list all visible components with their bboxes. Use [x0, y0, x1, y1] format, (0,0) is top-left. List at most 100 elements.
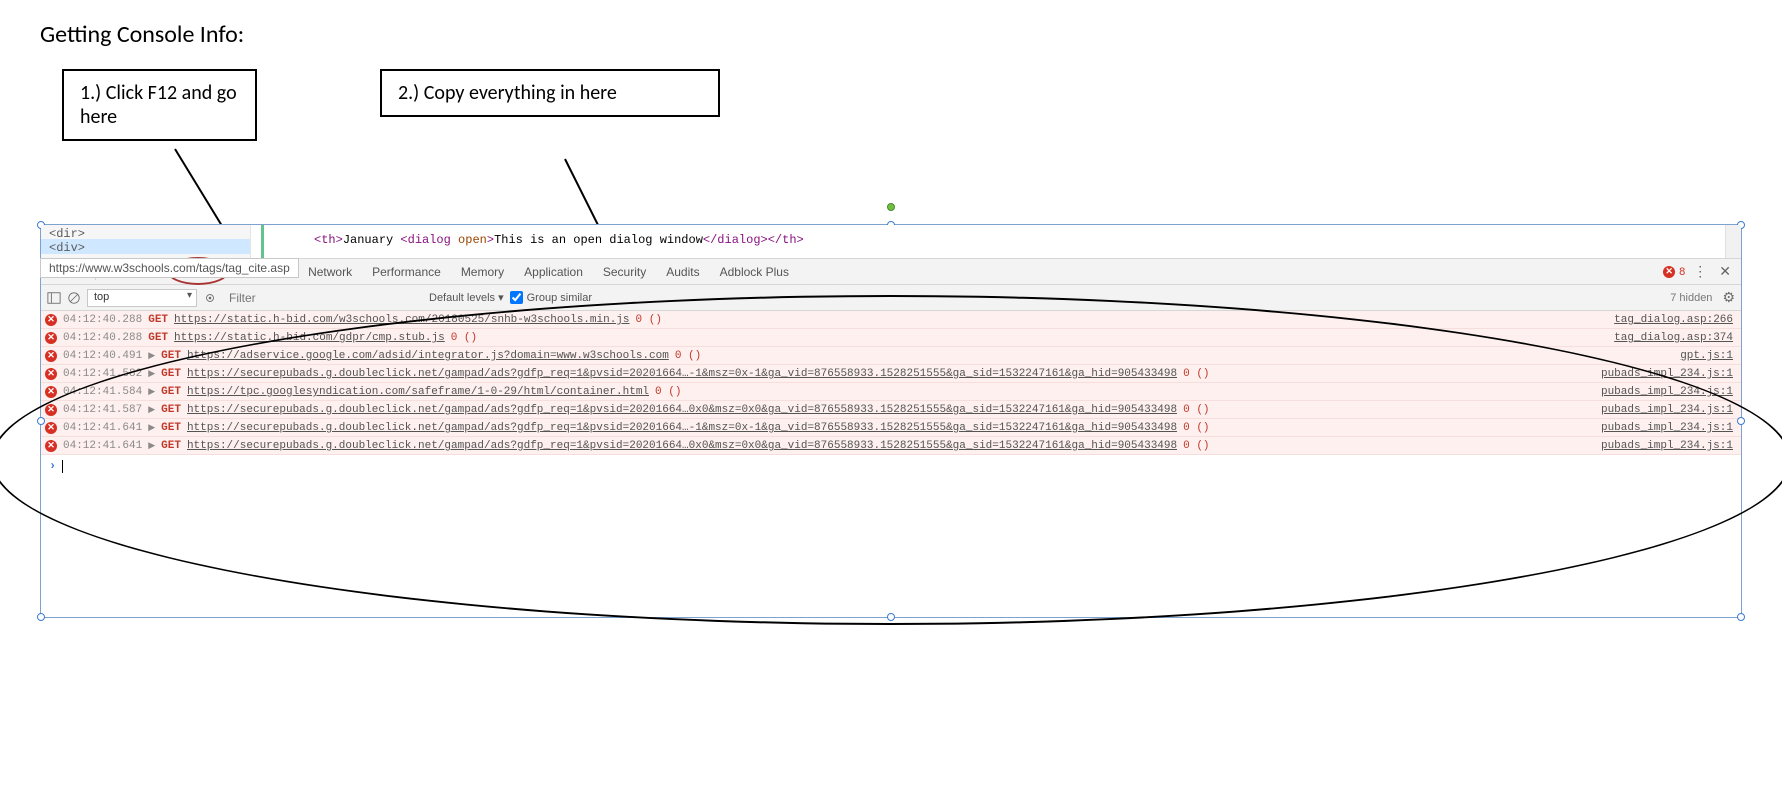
timestamp: 04:12:41.582	[63, 368, 142, 380]
log-levels-dropdown[interactable]: Default levels ▾	[429, 291, 504, 304]
selection-handle[interactable]	[37, 613, 45, 621]
http-method: GET	[161, 404, 181, 416]
console-error-row[interactable]: ✕ 04:12:41.582 ▶ GET https://securepubads.g.…	[41, 365, 1741, 383]
request-url-link[interactable]: https://static.h-bid.com/gdpr/cmp.stub.j…	[174, 332, 445, 344]
close-devtools-button[interactable]: ✕	[1715, 263, 1735, 280]
timestamp: 04:12:40.491	[63, 350, 142, 362]
request-url-link[interactable]: https://securepubads.g.doubleclick.net/g…	[187, 368, 1177, 380]
console-filter-input[interactable]	[223, 289, 423, 307]
console-error-row[interactable]: ✕04:12:41.641▶GEThttps://securepubads.g.…	[41, 437, 1741, 455]
source-link[interactable]: pubads_impl_234.js:1	[1581, 368, 1733, 380]
console-toolbar: top Default levels ▾ Group similar 7 hid…	[41, 285, 1741, 311]
http-method: GET	[161, 422, 181, 434]
expand-caret-icon[interactable]: ▶	[148, 369, 155, 379]
selection-handle[interactable]	[1737, 613, 1745, 621]
http-method: GET	[161, 368, 181, 380]
elements-tree-gutter: <dir> <div>	[41, 225, 251, 258]
console-error-row[interactable]: ✕ 04:12:40.491 ▶ GET https://adservice.googl…	[41, 347, 1741, 365]
timestamp: 04:12:40.288	[63, 314, 142, 326]
prompt-chevron-icon: ›	[49, 459, 56, 473]
devtools-tab-application[interactable]: Application	[514, 259, 593, 285]
devtools-tab-memory[interactable]: Memory	[451, 259, 514, 285]
timestamp: 04:12:41.584	[63, 386, 142, 398]
status-tail: 0 ()	[675, 350, 701, 362]
console-error-row[interactable]: ✕ 04:12:40.288 GET https://static.h-bid.com…	[41, 311, 1741, 329]
console-sidebar-toggle-icon[interactable]	[47, 291, 61, 305]
console-settings-icon[interactable]: ⚙	[1722, 289, 1735, 306]
live-expression-icon[interactable]	[203, 291, 217, 305]
source-link[interactable]: gpt.js:1	[1660, 350, 1733, 362]
devtools-tab-network[interactable]: Network	[298, 259, 362, 285]
selection-handle[interactable]	[1737, 417, 1745, 425]
timestamp: 04:12:40.288	[63, 332, 142, 344]
error-icon: ✕	[45, 350, 57, 362]
console-prompt[interactable]: ›	[41, 455, 1741, 477]
page-heading: Getting Console Info:	[40, 20, 1742, 49]
status-tail: 0 ()	[636, 314, 662, 326]
request-url-link[interactable]: https://securepubads.g.doubleclick.net/g…	[187, 422, 1177, 434]
error-count-value: 8	[1679, 266, 1685, 278]
devtools-tab-security[interactable]: Security	[593, 259, 656, 285]
elements-source-strip: <dir> <div> <th>January <dialog open>Thi…	[41, 225, 1741, 259]
source-link[interactable]: pubads_impl_234.js:1	[1581, 386, 1733, 398]
devtools-screenshot: <dir> <div> <th>January <dialog open>Thi…	[40, 224, 1742, 618]
devtools-tab-performance[interactable]: Performance	[362, 259, 451, 285]
devtools-tab-audits[interactable]: Audits	[656, 259, 709, 285]
console-error-row[interactable]: ✕04:12:41.587▶GEThttps://securepubads.g.…	[41, 401, 1741, 419]
execution-context-select[interactable]: top	[87, 289, 197, 307]
console-error-row[interactable]: ✕04:12:41.641▶GEThttps://securepubads.g.…	[41, 419, 1741, 437]
status-tail: 0 ()	[451, 332, 477, 344]
link-hover-tooltip: https://www.w3schools.com/tags/tag_cite.…	[40, 258, 299, 278]
request-url-link[interactable]: https://securepubads.g.doubleclick.net/g…	[187, 440, 1177, 452]
source-link[interactable]: tag_dialog.asp:374	[1594, 332, 1733, 344]
request-url-link[interactable]: https://static.h-bid.com/w3schools.com/2…	[174, 314, 629, 326]
request-url-link[interactable]: https://adservice.google.com/adsid/integ…	[187, 350, 669, 362]
devtools-tab-adblock-plus[interactable]: Adblock Plus	[710, 259, 799, 285]
text-cursor	[62, 460, 63, 473]
expand-caret-icon[interactable]: ▶	[148, 423, 155, 433]
selection-handle[interactable]	[887, 613, 895, 621]
hidden-messages-count[interactable]: 7 hidden	[1670, 292, 1712, 304]
request-url-link[interactable]: https://securepubads.g.doubleclick.net/g…	[187, 404, 1177, 416]
error-icon: ✕	[45, 368, 57, 380]
source-link[interactable]: tag_dialog.asp:266	[1594, 314, 1733, 326]
selection-handle[interactable]	[37, 417, 45, 425]
status-tail: 0 ()	[655, 386, 681, 398]
timestamp: 04:12:41.641	[63, 440, 142, 452]
error-count-badge[interactable]: ✕8	[1663, 266, 1685, 278]
source-link[interactable]: pubads_impl_234.js:1	[1581, 404, 1733, 416]
http-method: GET	[161, 386, 181, 398]
error-icon: ✕	[45, 386, 57, 398]
http-method: GET	[148, 332, 168, 344]
http-method: GET	[148, 314, 168, 326]
error-icon: ✕	[45, 332, 57, 344]
source-link[interactable]: pubads_impl_234.js:1	[1581, 422, 1733, 434]
clear-console-icon[interactable]	[67, 291, 81, 305]
request-url-link[interactable]: https://tpc.googlesyndication.com/safefr…	[187, 386, 649, 398]
http-method: GET	[161, 350, 181, 362]
console-empty-space	[41, 477, 1741, 617]
timestamp: 04:12:41.587	[63, 404, 142, 416]
callout-step-1: 1.) Click F12 and go here	[62, 69, 257, 141]
scrollbar[interactable]	[1725, 225, 1741, 258]
selection-rotate-handle[interactable]	[887, 203, 895, 211]
source-code-line: <th>January <dialog open>This is an open…	[261, 225, 1725, 258]
tree-line: <div>	[49, 241, 242, 255]
status-tail: 0 ()	[1183, 404, 1209, 416]
error-icon: ✕	[45, 440, 57, 452]
expand-caret-icon[interactable]: ▶	[148, 387, 155, 397]
timestamp: 04:12:41.641	[63, 422, 142, 434]
group-similar-input[interactable]	[510, 291, 523, 304]
source-link[interactable]: pubads_impl_234.js:1	[1581, 440, 1733, 452]
status-tail: 0 ()	[1183, 422, 1209, 434]
console-error-row[interactable]: ✕ 04:12:40.288 GET https://static.h-bid.com…	[41, 329, 1741, 347]
status-tail: 0 ()	[1183, 440, 1209, 452]
expand-caret-icon[interactable]: ▶	[148, 441, 155, 451]
error-icon: ✕	[45, 314, 57, 326]
group-similar-checkbox[interactable]: Group similar	[510, 291, 592, 304]
group-similar-label: Group similar	[527, 292, 592, 304]
expand-caret-icon[interactable]: ▶	[148, 351, 155, 361]
more-menu-icon[interactable]: ⋮	[1693, 263, 1707, 280]
expand-caret-icon[interactable]: ▶	[148, 405, 155, 415]
console-error-row[interactable]: ✕ 04:12:41.584 ▶ GET https://tpc.googlesyndi…	[41, 383, 1741, 401]
